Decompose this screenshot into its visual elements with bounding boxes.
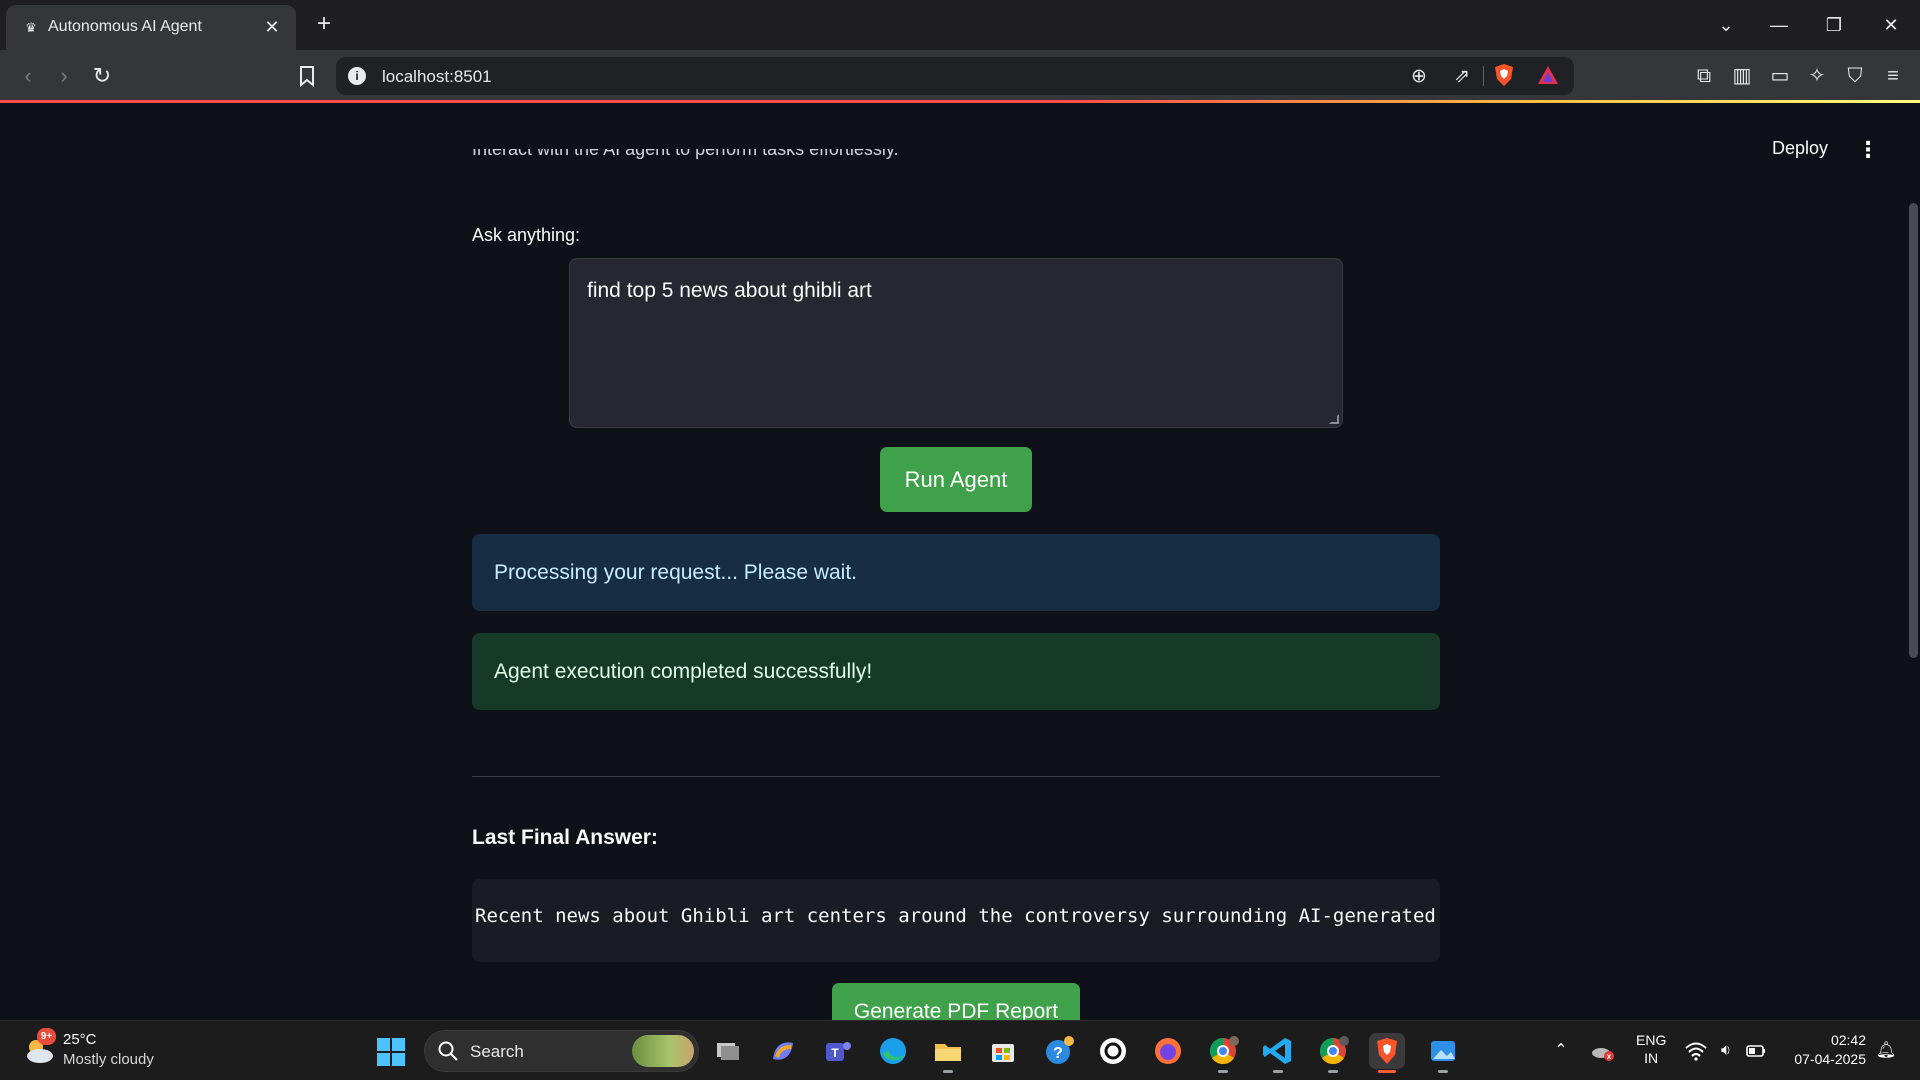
answer-code-block[interactable]: Recent news about Ghibli art centers aro… xyxy=(472,879,1440,962)
openai-icon[interactable] xyxy=(1095,1033,1131,1069)
vpn-shield-icon[interactable]: ⛉ xyxy=(1841,62,1869,90)
svg-text:x: x xyxy=(1607,1052,1612,1061)
reload-icon[interactable]: ↻ xyxy=(88,62,116,90)
answer-text: Recent news about Ghibli art centers aro… xyxy=(475,905,1436,927)
sidebar-icon[interactable]: ▥ xyxy=(1728,62,1756,90)
clock-date: 07-04-2025 xyxy=(1794,1051,1866,1067)
search-icon xyxy=(438,1041,458,1061)
search-highlight-image xyxy=(632,1035,694,1067)
weather-condition: Mostly cloudy xyxy=(63,1051,154,1068)
svg-text:T: T xyxy=(831,1046,839,1060)
more-options-icon[interactable]: ⋮ xyxy=(1855,139,1881,161)
close-window-button[interactable]: ✕ xyxy=(1871,11,1911,39)
run-agent-button[interactable]: Run Agent xyxy=(880,447,1032,512)
active-indicator xyxy=(1378,1070,1396,1073)
search-label: Search xyxy=(470,1042,524,1061)
page-subtitle: Interact with the AI agent to perform ta… xyxy=(472,139,899,159)
restore-button[interactable]: ❐ xyxy=(1814,11,1854,39)
wifi-icon[interactable] xyxy=(1683,1037,1709,1073)
temperature: 25°C xyxy=(63,1031,97,1048)
address-bar[interactable]: i localhost:8501 ⊕ ⇗ xyxy=(336,57,1574,95)
success-alert: Agent execution completed successfully! xyxy=(472,633,1440,710)
lang-top: ENG xyxy=(1636,1032,1667,1048)
streamlit-app: Deploy ⋮ Interact with the AI agent to p… xyxy=(0,103,1920,1020)
extensions-puzzle-icon[interactable]: ⧉ xyxy=(1690,62,1718,90)
bookmark-icon[interactable] xyxy=(293,62,321,90)
info-alert: Processing your request... Please wait. xyxy=(472,534,1440,611)
chrome-icon[interactable] xyxy=(1315,1033,1351,1073)
zoom-icon[interactable]: ⊕ xyxy=(1407,65,1431,89)
help-icon[interactable]: ? xyxy=(1040,1033,1076,1069)
address-url: localhost:8501 xyxy=(382,67,492,86)
windows-start-icon[interactable] xyxy=(377,1038,405,1066)
file-explorer-icon[interactable] xyxy=(930,1033,966,1073)
photos-icon[interactable] xyxy=(1425,1033,1461,1073)
share-icon[interactable]: ⇗ xyxy=(1450,65,1474,89)
brave-browser-icon[interactable] xyxy=(1369,1033,1405,1073)
query-textarea[interactable]: find top 5 news about ghibli art xyxy=(569,258,1343,428)
tab-close-icon[interactable]: ✕ xyxy=(260,15,284,39)
taskbar-search[interactable]: Search xyxy=(424,1030,699,1072)
divider xyxy=(472,776,1440,777)
language-indicator[interactable]: ENG IN xyxy=(1636,1031,1666,1067)
teams-icon[interactable]: T xyxy=(820,1033,856,1069)
task-view-icon[interactable] xyxy=(710,1033,746,1069)
windows-taskbar: 9+ 25°C Mostly cloudy Search T ? ⌃ x ENG… xyxy=(0,1020,1920,1080)
copilot-icon[interactable] xyxy=(765,1033,801,1069)
new-tab-button[interactable]: + xyxy=(310,11,338,39)
forward-arrow-icon[interactable]: › xyxy=(50,62,78,90)
scrollbar-thumb[interactable] xyxy=(1909,203,1918,658)
browser-tab-strip: ♛ Autonomous AI Agent ✕ + ⌄ — ❐ ✕ xyxy=(0,0,1920,50)
lang-bottom: IN xyxy=(1644,1050,1659,1066)
weather-badge: 9+ xyxy=(37,1028,56,1045)
page-scrollbar[interactable] xyxy=(1906,103,1920,1020)
notifications-bell-icon[interactable]: 🔔︎ xyxy=(1873,1037,1899,1065)
crown-icon: ♛ xyxy=(25,20,37,35)
clock-time: 02:42 xyxy=(1830,1032,1866,1048)
tab-title: Autonomous AI Agent xyxy=(48,18,202,35)
query-text: find top 5 news about ghibli art xyxy=(587,279,872,302)
browser-tab[interactable]: ♛ Autonomous AI Agent ✕ xyxy=(6,5,296,50)
running-indicator xyxy=(1328,1070,1338,1073)
ask-label: Ask anything: xyxy=(472,225,581,245)
edge-icon[interactable] xyxy=(875,1033,911,1069)
brave-rewards-icon[interactable] xyxy=(1536,64,1560,86)
system-clock[interactable]: 02:42 07-04-2025 xyxy=(1786,1031,1866,1069)
running-indicator xyxy=(943,1070,953,1073)
onedrive-error-icon[interactable]: x xyxy=(1589,1037,1617,1075)
tab-search-chevron-icon[interactable]: ⌄ xyxy=(1706,11,1746,39)
browser-toolbar: ‹ › ↻ i localhost:8501 ⊕ ⇗ ⧉ ▥ ▭ ✧ ⛉ ≡ xyxy=(0,50,1920,102)
firefox-icon[interactable] xyxy=(1150,1033,1186,1069)
minimize-button[interactable]: — xyxy=(1759,11,1799,39)
resize-grip-icon[interactable] xyxy=(1329,414,1339,424)
ms-store-icon[interactable] xyxy=(985,1033,1021,1069)
back-arrow-icon[interactable]: ‹ xyxy=(14,62,42,90)
brave-shields-icon[interactable] xyxy=(1493,63,1515,87)
svg-text:?: ? xyxy=(1053,1045,1063,1062)
vscode-icon[interactable] xyxy=(1260,1033,1296,1073)
answer-heading: Last Final Answer: xyxy=(472,826,658,849)
running-indicator xyxy=(1218,1070,1228,1073)
wallet-icon[interactable]: ▭ xyxy=(1766,62,1794,90)
running-indicator xyxy=(1273,1070,1283,1073)
screen: ♛ Autonomous AI Agent ✕ + ⌄ — ❐ ✕ ‹ › ↻ … xyxy=(0,0,1920,1080)
site-info-icon[interactable]: i xyxy=(348,67,366,85)
battery-icon[interactable] xyxy=(1743,1037,1769,1073)
leo-ai-icon[interactable]: ✧ xyxy=(1803,62,1831,90)
generate-pdf-button[interactable]: Generate PDF Report xyxy=(832,983,1080,1020)
tray-overflow-chevron-icon[interactable]: ⌃ xyxy=(1548,1037,1574,1065)
volume-icon[interactable]: 🔉︎ xyxy=(1713,1037,1739,1065)
running-indicator xyxy=(1438,1070,1448,1073)
deploy-button[interactable]: Deploy xyxy=(1772,138,1828,159)
menu-hamburger-icon[interactable]: ≡ xyxy=(1879,62,1907,90)
omnibox-divider xyxy=(1483,66,1484,86)
chrome-profile-icon[interactable] xyxy=(1205,1033,1241,1073)
